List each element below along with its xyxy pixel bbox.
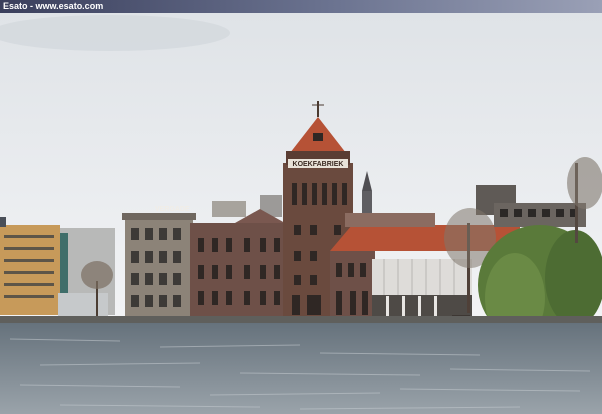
low-building (58, 293, 108, 318)
factory-block-left: VERGADE (122, 206, 196, 321)
vergade-sign: VERGADE (155, 206, 190, 213)
photo-frame: Esato - www.esato.com VERGADE KOEKFABRIE… (0, 0, 602, 414)
watermark-text: Esato - www.esato.com (3, 1, 104, 11)
watermark-banner: Esato - www.esato.com (0, 0, 602, 13)
cloud (0, 15, 230, 51)
brick-building-middle (190, 209, 285, 321)
koekfabriek-sign: KOEKFABRIEK (293, 161, 344, 168)
rooftop-annex (212, 201, 246, 217)
waterfront-photo: VERGADE KOEKFABRIEK (0, 13, 602, 414)
river-water (0, 323, 602, 414)
